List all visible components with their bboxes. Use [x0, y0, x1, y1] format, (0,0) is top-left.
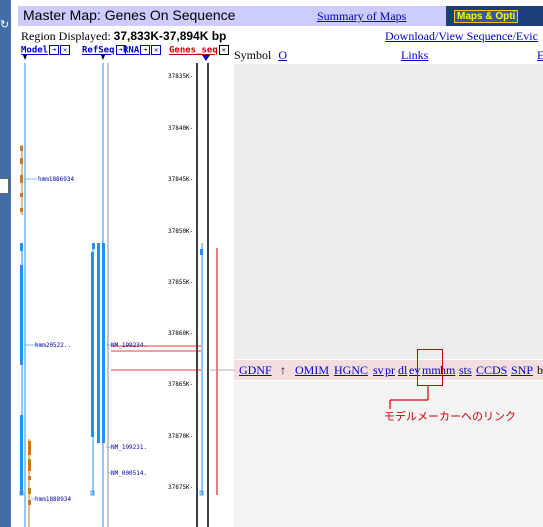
left-panel-strip: ↻: [0, 0, 11, 527]
model-label[interactable]: Model: [21, 46, 48, 56]
map-header-refseq[interactable]: RefSeq ➜: [82, 45, 126, 56]
tick-label: 37875K-: [168, 484, 193, 491]
model-exon[interactable]: [20, 208, 23, 212]
hgnc-link[interactable]: HGNC: [334, 363, 368, 378]
omim-link[interactable]: OMIM: [295, 363, 329, 378]
summary-of-maps-link[interactable]: Summary of Maps: [317, 9, 406, 24]
tick-label: 37860K-: [168, 330, 193, 337]
dl-link[interactable]: dl: [398, 363, 407, 378]
close-icon[interactable]: ✕: [151, 45, 162, 55]
pr-link[interactable]: pr: [385, 363, 395, 378]
model-exon[interactable]: [28, 488, 31, 494]
model-exon[interactable]: [20, 193, 23, 197]
model-exon[interactable]: [20, 158, 23, 164]
refseq-track: NM_199234. NM_199231.: [90, 55, 147, 527]
genes-seq-arrow-icon: [202, 55, 210, 61]
download-view-sequence-link[interactable]: Download/View Sequence/Evic: [385, 29, 538, 44]
genes-seq-exon[interactable]: [200, 249, 203, 255]
map-header-model[interactable]: Model ➜ ✕: [21, 45, 71, 56]
tick-label: 37865K-: [168, 381, 193, 388]
model-exon[interactable]: [20, 415, 23, 495]
refseq-label[interactable]: RefSeq: [82, 46, 115, 56]
symbol-column-header: Symbol O: [234, 48, 287, 63]
maps-options-panel: Maps & Opti: [446, 6, 543, 26]
region-label: Region Displayed:: [21, 29, 111, 43]
refseq-exon[interactable]: [102, 243, 105, 443]
orientation-arrow: ↑: [280, 363, 286, 377]
tick-label: 37835K-: [168, 73, 193, 80]
rna-label[interactable]: RNA: [123, 46, 139, 56]
tick-label: 37870K-: [168, 433, 193, 440]
callout-leader: [389, 385, 429, 409]
sequence-map: hmm1886934 hmm20522.. hmm1888934 NM_1992…: [19, 55, 235, 527]
region-value: 37,833K-37,894K bp: [113, 29, 227, 43]
model-label-hmm3[interactable]: hmm1888934: [35, 496, 72, 503]
model-exon[interactable]: [20, 265, 23, 365]
rna-track: NM_000514.: [107, 63, 147, 527]
region-displayed: Region Displayed: 37,833K-37,894K bp: [21, 29, 226, 44]
model-track: hmm1886934 hmm20522.. hmm1888934: [19, 55, 75, 527]
refseq-exon[interactable]: [97, 243, 100, 443]
callout-annotation: モデルメーカーへのリンク: [384, 410, 516, 423]
refresh-icon[interactable]: ↻: [0, 18, 10, 32]
close-icon[interactable]: ✕: [218, 45, 229, 55]
model-exon[interactable]: [28, 459, 31, 471]
map-header: Master Map: Genes On Sequence Summary of…: [18, 6, 543, 26]
refseq-label-nm2[interactable]: NM_199231.: [111, 444, 147, 451]
ccds-link[interactable]: CCDS: [476, 363, 507, 378]
panel-toggle-tab[interactable]: [0, 178, 9, 194]
sort-link[interactable]: O: [278, 48, 287, 62]
tick-label: 37845K-: [168, 176, 193, 183]
evidence-column-header[interactable]: E: [537, 48, 543, 63]
model-label-hmm1[interactable]: hmm1886934: [38, 176, 75, 183]
gene-symbol-link[interactable]: GDNF: [239, 363, 272, 378]
genes-seq-label[interactable]: Genes_seq: [169, 46, 218, 56]
truncated-text: b: [537, 363, 543, 377]
rna-label-nm3[interactable]: NM_000514.: [111, 470, 147, 477]
highlight-box: [417, 349, 443, 386]
refseq-exon[interactable]: [91, 252, 94, 437]
ruler: 37835K- 37840K- 37845K- 37850K- 37855K- …: [168, 73, 193, 491]
model-exon[interactable]: [20, 146, 23, 151]
model-exon[interactable]: [20, 243, 23, 251]
move-right-icon[interactable]: ➜: [140, 45, 151, 55]
top-edge: [11, 0, 543, 4]
page-title: Master Map: Genes On Sequence: [23, 7, 236, 23]
map-header-genes-seq[interactable]: Genes_seq ✕: [169, 45, 229, 56]
refseq-label-nm1[interactable]: NM_199234.: [111, 342, 147, 349]
map-header-rna[interactable]: RNA ➜ ✕: [123, 45, 162, 56]
snp-link[interactable]: SNP: [511, 363, 533, 378]
move-right-icon[interactable]: ➜: [49, 45, 60, 55]
model-exon[interactable]: [28, 500, 31, 505]
model-label-hmm2[interactable]: hmm20522..: [35, 342, 71, 349]
gene-row: GDNF ↑ OMIM HGNC sv pr dl ev mm hm sts C…: [234, 360, 543, 380]
sv-link[interactable]: sv: [373, 363, 384, 378]
maps-options-button[interactable]: Maps & Opti: [454, 10, 519, 23]
model-exon[interactable]: [28, 441, 31, 455]
tick-label: 37840K-: [168, 125, 193, 132]
model-exon[interactable]: [28, 476, 31, 480]
links-column-header[interactable]: Links: [401, 48, 428, 63]
model-arrow-icon: [23, 55, 27, 60]
refseq-arrow-icon: [101, 55, 105, 60]
tick-label: 37855K-: [168, 279, 193, 286]
sts-link[interactable]: sts: [459, 363, 472, 378]
results-panel: [234, 64, 543, 359]
model-exon[interactable]: [20, 175, 23, 183]
symbol-label: Symbol: [234, 48, 272, 62]
close-icon[interactable]: ✕: [60, 45, 71, 55]
tick-label: 37850K-: [168, 228, 193, 235]
